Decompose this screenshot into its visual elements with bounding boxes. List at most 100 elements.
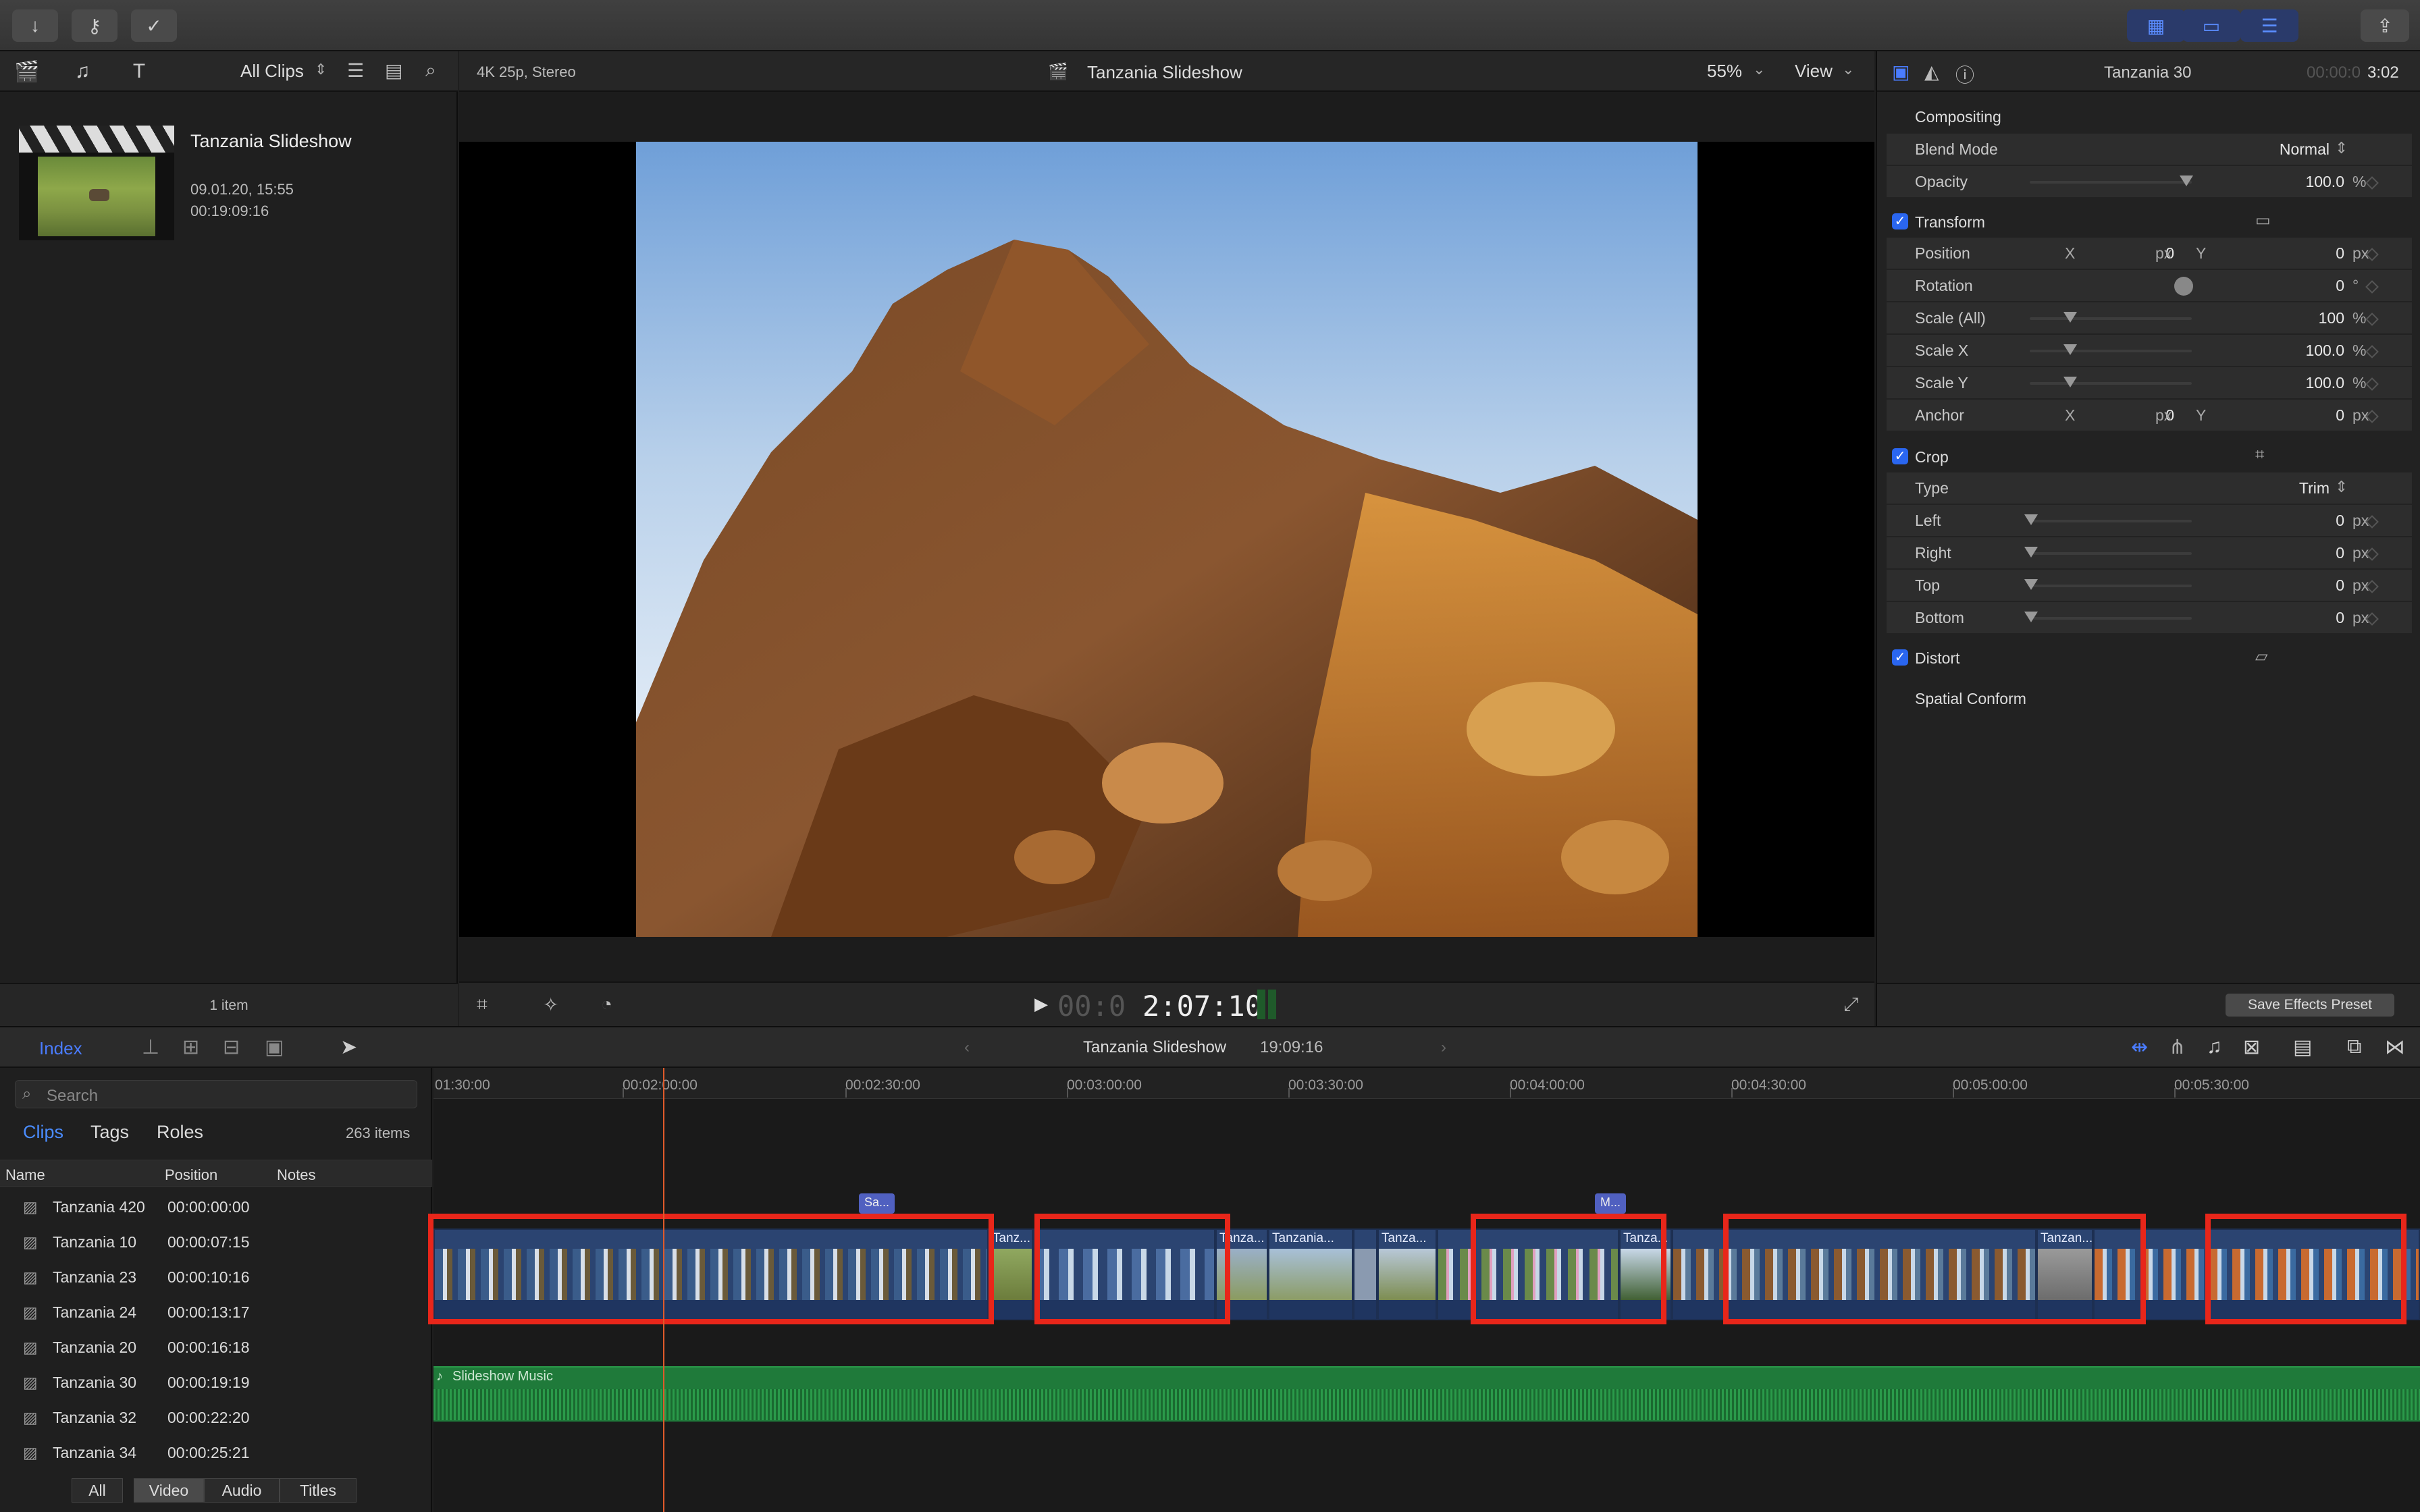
clip-appearance-icon[interactable]: ▤ [2293, 1035, 2312, 1059]
zoom-dropdown[interactable]: 55% [1707, 61, 1742, 82]
crop-top-value[interactable]: 0 [2255, 576, 2344, 595]
crop-left-slider[interactable] [2030, 520, 2192, 522]
headphones-icon[interactable]: ♫ [2207, 1035, 2222, 1058]
scale-y-value[interactable]: 100.0 [2255, 374, 2344, 392]
crop-type-select[interactable]: Trim [2228, 479, 2330, 497]
transform-checkbox[interactable]: ✓ [1892, 213, 1908, 230]
column-position[interactable]: Position [165, 1166, 217, 1184]
distort-checkbox[interactable]: ✓ [1892, 649, 1908, 666]
toggle-timeline-button[interactable]: ▭ [2182, 9, 2240, 42]
rotation-value[interactable]: 0 [2255, 277, 2344, 295]
clip[interactable]: Tanzania... [1268, 1228, 1353, 1320]
table-row[interactable]: ▨ Tanzania 30 00:00:19:19 [0, 1365, 432, 1400]
scale-x-value[interactable]: 100.0 [2255, 342, 2344, 360]
color-inspector-icon[interactable]: ◭ [1924, 61, 1939, 83]
music-track[interactable]: ♪ Slideshow Music [433, 1366, 2420, 1422]
transform-onscreen-icon[interactable]: ▭ [2255, 211, 2271, 230]
toggle-browser-button[interactable]: ▦ [2127, 9, 2185, 42]
column-name[interactable]: Name [5, 1166, 45, 1184]
filter-audio-tab[interactable]: Audio [204, 1478, 280, 1503]
crop-bottom-value[interactable]: 0 [2255, 609, 2344, 627]
opacity-slider[interactable] [2030, 181, 2192, 184]
clip-filter-dropdown[interactable]: All Clips [240, 61, 304, 82]
position-y-value[interactable]: 0 [2255, 244, 2344, 263]
scale-y-knob[interactable] [2063, 377, 2077, 387]
opacity-slider-knob[interactable] [2180, 176, 2193, 186]
tab-roles[interactable]: Roles [157, 1122, 203, 1143]
crop-top-knob[interactable] [2024, 579, 2038, 590]
table-row[interactable]: ▨ Tanzania 20 00:00:16:18 [0, 1330, 432, 1365]
crop-right-value[interactable]: 0 [2255, 544, 2344, 562]
opacity-value[interactable]: 100.0 [2255, 173, 2344, 191]
crop-onscreen-icon[interactable]: ⌗ [2255, 446, 2265, 464]
keyword-button[interactable]: ⚷ [72, 9, 117, 42]
snapping-icon[interactable]: ⊠ [2243, 1035, 2260, 1059]
connect-clip-icon[interactable]: ⊥ [142, 1035, 159, 1059]
filter-video-tab[interactable]: Video [134, 1478, 204, 1503]
crop-checkbox[interactable]: ✓ [1892, 448, 1908, 464]
select-tool-icon[interactable]: ➤ [340, 1035, 357, 1059]
marker[interactable]: M... [1595, 1193, 1626, 1214]
view-menu[interactable]: View [1795, 61, 1833, 82]
crop-bottom-knob[interactable] [2024, 612, 2038, 622]
append-clip-icon[interactable]: ⊟ [223, 1035, 240, 1059]
libraries-icon[interactable]: 🎬 [14, 59, 41, 84]
search-icon[interactable]: ⌕ [425, 59, 436, 82]
crop-right-knob[interactable] [2024, 547, 2038, 558]
history-back-icon[interactable]: ‹ [964, 1038, 970, 1057]
table-row[interactable]: ▨ Tanzania 32 00:00:22:20 [0, 1400, 432, 1435]
toggle-inspector-button[interactable]: ☰ [2240, 9, 2298, 42]
scale-x-knob[interactable] [2063, 344, 2077, 355]
play-button[interactable]: ▶ [1034, 994, 1048, 1015]
info-icon[interactable]: ⓘ [1955, 61, 1974, 88]
filmstrip-icon[interactable]: ▤ [385, 59, 402, 82]
tab-clips[interactable]: Clips [23, 1122, 63, 1143]
filter-all-tab[interactable]: All [72, 1478, 123, 1503]
table-row[interactable]: ▨ Tanzania 10 00:00:07:15 [0, 1224, 432, 1260]
project-thumbnail[interactable] [19, 126, 174, 240]
viewer-canvas[interactable] [459, 142, 1874, 937]
crop-top-slider[interactable] [2030, 585, 2192, 587]
timeline-ruler[interactable]: 01:30:00 00:02:00:00 00:02:30:00 00:03:0… [433, 1068, 2420, 1099]
clip[interactable]: Tanz... [989, 1228, 1033, 1320]
enhance-wand-icon[interactable]: ✧ [543, 994, 558, 1016]
retime-speed-icon[interactable]: ◔ [601, 994, 612, 1015]
scale-all-value[interactable]: 100 [2255, 309, 2344, 327]
rotation-dial[interactable] [2174, 277, 2193, 296]
overwrite-clip-icon[interactable]: ▣ [265, 1035, 284, 1059]
share-button[interactable]: ⇪ [2361, 9, 2409, 42]
timecode-display[interactable]: 2:07:10 [1142, 990, 1262, 1023]
crop-left-knob[interactable] [2024, 514, 2038, 525]
save-effects-preset-button[interactable]: Save Effects Preset [2226, 994, 2394, 1017]
table-row[interactable]: ▨ Tanzania 34 00:00:25:21 [0, 1435, 432, 1470]
transitions-browser-icon[interactable]: ⋈ [2385, 1035, 2405, 1059]
scale-x-slider[interactable] [2030, 350, 2192, 352]
timeline-area[interactable]: 01:30:00 00:02:00:00 00:02:30:00 00:03:0… [428, 1068, 2420, 1512]
table-row[interactable]: ▨ Tanzania 420 00:00:00:00 [0, 1189, 432, 1224]
clip[interactable] [1353, 1228, 1377, 1320]
scale-y-slider[interactable] [2030, 382, 2192, 385]
insert-clip-icon[interactable]: ⊞ [182, 1035, 199, 1059]
anchor-y-value[interactable]: 0 [2255, 406, 2344, 425]
skimming-icon[interactable]: ⇹ [2131, 1035, 2148, 1059]
blend-mode-select[interactable]: Normal [2215, 140, 2330, 159]
titles-generators-icon[interactable]: T [126, 59, 153, 84]
distort-onscreen-icon[interactable]: ▱ [2255, 647, 2267, 666]
table-row[interactable]: ▨ Tanzania 24 00:00:13:17 [0, 1295, 432, 1330]
scale-all-slider[interactable] [2030, 317, 2192, 320]
crop-left-value[interactable]: 0 [2255, 512, 2344, 530]
filter-titles-tab[interactable]: Titles [280, 1478, 357, 1503]
playhead[interactable] [663, 1068, 664, 1512]
fullscreen-icon[interactable]: ⤢ [1843, 994, 1858, 1016]
table-row[interactable]: ▨ Tanzania 23 00:00:10:16 [0, 1260, 432, 1295]
crop-right-slider[interactable] [2030, 552, 2192, 555]
history-forward-icon[interactable]: › [1441, 1038, 1446, 1057]
marker[interactable]: Sa... [859, 1193, 895, 1214]
crop-bottom-slider[interactable] [2030, 617, 2192, 620]
effects-browser-icon[interactable]: ⧉ [2347, 1035, 2361, 1058]
photos-audio-icon[interactable]: ♫ [69, 59, 96, 84]
crop-icon[interactable]: ⌗ [477, 994, 488, 1016]
background-tasks-button[interactable]: ✓ [131, 9, 177, 42]
clip[interactable]: Tanza... [1377, 1228, 1437, 1320]
index-button[interactable]: Index [39, 1038, 82, 1059]
